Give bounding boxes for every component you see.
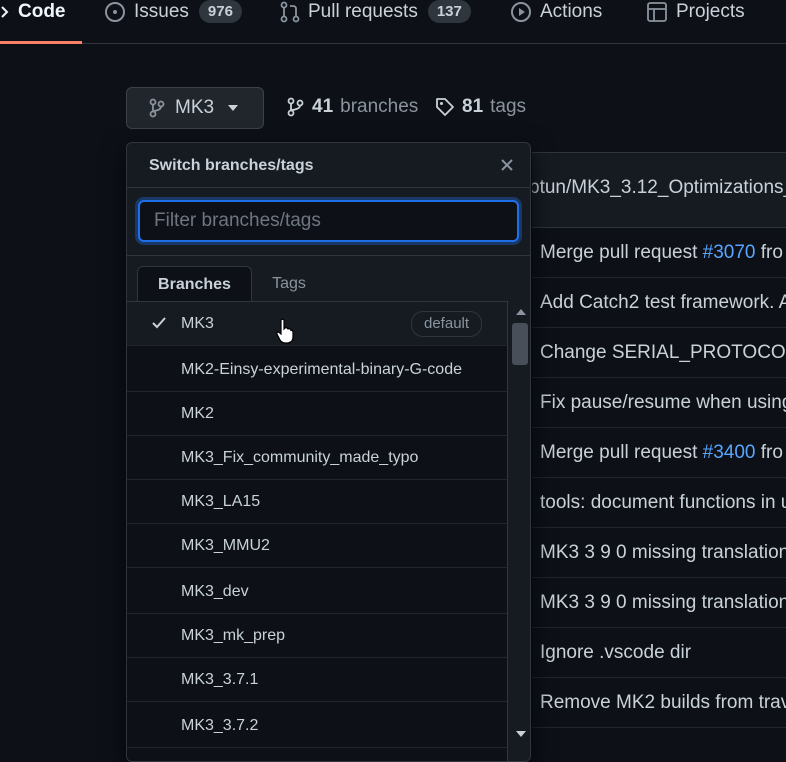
pull-request-link[interactable]: #3400 [703, 442, 756, 463]
tab-code[interactable]: Code [0, 0, 66, 43]
branch-item-label: MK3_MMU2 [181, 536, 270, 554]
hand-cursor-icon [276, 318, 294, 349]
divider [127, 255, 530, 256]
branch-switcher-popup: Switch branches/tags Branches Tags MK3 d… [126, 142, 531, 762]
active-tab-underline [0, 41, 82, 44]
branch-item[interactable]: MK3_dev [127, 570, 507, 614]
branch-list-scrollbar[interactable] [507, 301, 530, 761]
commit-list: ptun/MK3_3.12_Optimizations_ Merge pull … [532, 152, 786, 746]
git-branch-icon [287, 97, 305, 117]
branch-item[interactable]: MK3_Fix_community_made_typo [127, 436, 507, 480]
branch-item[interactable]: MK3_3.7.2 [127, 704, 507, 748]
tab-pull-requests[interactable]: Pull requests 137 [280, 0, 471, 43]
branch-item-label: MK2 [181, 404, 214, 422]
branch-item[interactable]: MK3_MMU2 [127, 524, 507, 568]
commit-row[interactable]: MK3 3 9 0 missing translation [532, 578, 786, 628]
scroll-down-icon[interactable] [516, 731, 526, 737]
git-branch-icon [149, 98, 165, 118]
branches-link[interactable]: 41 branches [287, 96, 418, 118]
branch-item[interactable]: MK3_3.7.1 [127, 658, 507, 702]
commit-row[interactable]: MK3 3 9 0 missing translation [532, 528, 786, 578]
branch-item-label: MK2-Einsy-experimental-binary-G-code [181, 360, 462, 378]
branch-item-selected[interactable]: MK3 default [127, 302, 507, 346]
issues-counter: 976 [198, 0, 242, 23]
filter-branches-input[interactable] [138, 200, 519, 242]
branch-item[interactable]: MK3_mk_prep [127, 614, 507, 658]
issue-opened-icon [104, 0, 126, 24]
branch-item-label: MK3 [181, 314, 214, 332]
tag-icon [435, 97, 455, 117]
commit-row[interactable]: Add Catch2 test framework. A [532, 278, 786, 328]
scroll-up-icon[interactable] [516, 309, 526, 315]
code-icon [0, 0, 10, 24]
commit-row[interactable]: Remove MK2 builds from trav [532, 678, 786, 728]
tab-projects[interactable]: Projects [646, 0, 745, 43]
branch-item[interactable]: MK2 [127, 392, 507, 436]
commit-row[interactable]: Ignore .vscode dir [532, 628, 786, 678]
pull-request-link[interactable]: #3070 [703, 242, 756, 263]
branch-select-button[interactable]: MK3 [126, 87, 264, 129]
tags-label: tags [490, 96, 527, 117]
commit-row[interactable]: Merge pull request #3070 fro [532, 228, 786, 278]
branches-label: branches [340, 96, 419, 117]
latest-commit-text[interactable]: ptun/MK3_3.12_Optimizations_ [532, 177, 786, 199]
repo-tab-bar: Code Issues 976 Pull requests 137 Action… [0, 0, 786, 44]
git-pull-request-icon [280, 0, 300, 24]
tab-actions-label: Actions [540, 1, 603, 22]
default-badge: default [411, 311, 483, 337]
branch-list: MK3 default MK2-Einsy-experimental-binar… [127, 301, 507, 761]
tab-tags[interactable]: Tags [257, 266, 321, 302]
branch-item-label: MK3_mk_prep [181, 626, 286, 644]
tab-projects-label: Projects [676, 1, 745, 22]
scrollbar-thumb[interactable] [512, 323, 528, 365]
popup-title: Switch branches/tags [149, 157, 314, 174]
commit-list-header: ptun/MK3_3.12_Optimizations_ [532, 152, 786, 228]
tags-link[interactable]: 81 tags [435, 96, 526, 118]
table-icon [646, 0, 668, 24]
close-icon[interactable] [497, 155, 517, 175]
tags-count: 81 [462, 96, 484, 117]
branch-item[interactable]: MK2-Einsy-experimental-binary-G-code [127, 348, 507, 392]
tab-pull-requests-label: Pull requests [308, 1, 418, 22]
branch-item[interactable]: MK3_LA15 [127, 480, 507, 524]
branch-item-label: MK3_Fix_community_made_typo [181, 448, 419, 466]
check-icon [151, 315, 167, 336]
branch-select-label: MK3 [175, 97, 215, 118]
divider [127, 187, 530, 188]
pull-requests-counter: 137 [427, 0, 471, 23]
branch-item-label: MK3_3.7.1 [181, 670, 259, 688]
commit-row[interactable]: Fix pause/resume when using [532, 378, 786, 428]
commit-row[interactable]: Merge pull request #3400 fro [532, 428, 786, 478]
tab-actions[interactable]: Actions [510, 0, 602, 43]
branch-item-label: MK3_dev [181, 582, 249, 600]
tab-branches[interactable]: Branches [137, 266, 252, 302]
branches-count: 41 [312, 96, 334, 117]
branch-item-label: MK3_LA15 [181, 492, 261, 510]
play-icon [510, 0, 532, 24]
commit-row[interactable]: tools: document functions in u [532, 478, 786, 528]
tab-issues[interactable]: Issues 976 [104, 0, 242, 43]
tab-issues-label: Issues [134, 1, 189, 22]
caret-down-icon [228, 105, 239, 111]
branch-item-label: MK3_3.7.2 [181, 716, 259, 734]
commit-row[interactable]: Change SERIAL_PROTOCOL to [532, 328, 786, 378]
tab-code-label: Code [18, 1, 66, 22]
